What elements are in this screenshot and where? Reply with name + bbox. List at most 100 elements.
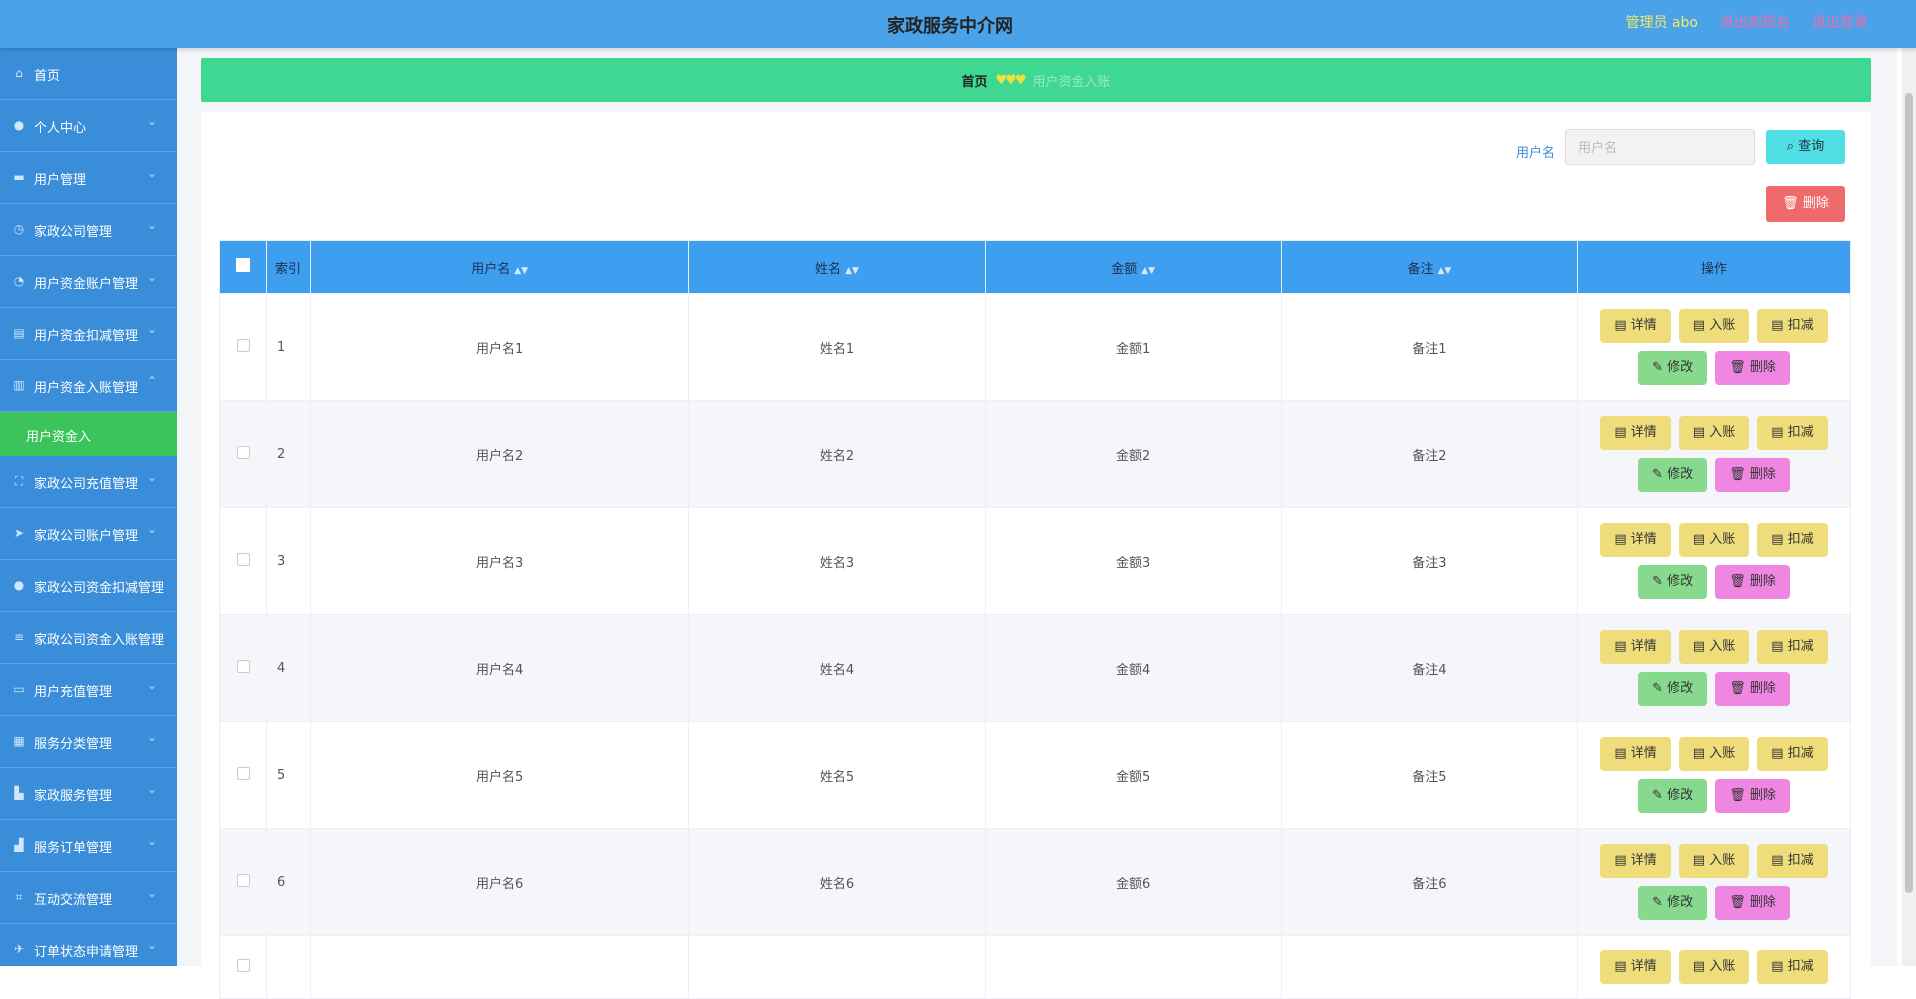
chevron-icon: ⌄ (146, 782, 157, 796)
top-header: 家政服务中介网 管理员 abo 退出到前台 退出登录 (0, 0, 1916, 48)
deduct-button[interactable]: ▤ 扣减 (1757, 309, 1828, 343)
detail-button[interactable]: ▤ 详情 (1600, 416, 1671, 450)
deduct-button[interactable]: ▤ 扣减 (1757, 630, 1828, 664)
breadcrumb-home[interactable]: 首页 (962, 71, 988, 90)
chart-icon: ▤ (13, 326, 25, 340)
person-icon: ● (13, 578, 25, 592)
deposit-button[interactable]: ▤ 入账 (1678, 950, 1750, 984)
remark-header[interactable]: 备注 ▲▼ (1280, 240, 1579, 294)
sidebar-item[interactable]: ◔ 用户资金账户管理 ⌄ (0, 256, 177, 308)
deduct-button[interactable]: ▤ 扣减 (1757, 844, 1828, 878)
detail-button[interactable]: ▤ 详情 (1600, 844, 1671, 878)
row-checkbox[interactable] (236, 659, 250, 673)
deposit-button[interactable]: ▤ 入账 (1678, 523, 1750, 557)
sidebar-item[interactable]: ▟ 服务订单管理 ⌄ (0, 820, 177, 872)
edit-label: 修改 (1667, 788, 1694, 803)
sidebar-item[interactable]: ⛶ 家政公司充值管理 ⌄ (0, 456, 177, 508)
sort-icon[interactable]: ▲▼ (1141, 266, 1155, 276)
document-icon: ▤ (1614, 318, 1631, 333)
deposit-button[interactable]: ▤ 入账 (1678, 844, 1750, 878)
trash-icon: 🗑 (1729, 467, 1750, 482)
query-button[interactable]: ⌕ 查询 (1766, 130, 1845, 164)
deposit-label: 入账 (1709, 959, 1736, 974)
amount-header[interactable]: 金额 ▲▼ (984, 240, 1282, 294)
remark-cell: 备注3 (1280, 507, 1579, 615)
deposit-button[interactable]: ▤ 入账 (1678, 416, 1750, 450)
chevron-icon: ⌄ (146, 166, 157, 180)
edit-button[interactable]: ✎ 修改 (1638, 351, 1708, 385)
detail-button[interactable]: ▤ 详情 (1600, 630, 1671, 664)
sort-icon[interactable]: ▲▼ (514, 266, 528, 276)
sidebar-item[interactable]: ⌂ 首页 (0, 48, 177, 100)
sidebar-item[interactable]: ▤ 用户资金扣减管理 ⌄ (0, 308, 177, 360)
name-header[interactable]: 姓名 ▲▼ (688, 240, 986, 294)
sidebar-item[interactable]: ● 个人中心 ⌄ (0, 100, 177, 152)
sidebar-item[interactable]: ➤ 家政公司账户管理 ⌄ (0, 508, 177, 560)
delete-button[interactable]: 🗑 删除 (1715, 351, 1790, 385)
detail-button[interactable]: ▤ 详情 (1600, 523, 1671, 557)
delete-button[interactable]: 🗑 删除 (1715, 458, 1790, 492)
remark-cell: 备注5 (1280, 721, 1579, 829)
deduct-button[interactable]: ▤ 扣减 (1757, 950, 1828, 984)
delete-button[interactable]: 🗑 删除 (1715, 565, 1790, 599)
index-cell (266, 935, 311, 999)
edit-button[interactable]: ✎ 修改 (1638, 779, 1708, 813)
sidebar-item[interactable]: ≡ 家政公司资金入账管理 (0, 612, 177, 664)
row-checkbox[interactable] (236, 445, 250, 459)
delete-button[interactable]: 🗑 删除 (1715, 779, 1790, 813)
page-scrollbar[interactable] (1902, 48, 1916, 966)
scrollbar-thumb[interactable] (1905, 93, 1913, 893)
detail-button[interactable]: ▤ 详情 (1600, 950, 1671, 984)
row-checkbox[interactable] (236, 958, 250, 972)
sort-icon[interactable]: ▲▼ (1437, 266, 1451, 276)
back-to-front-link[interactable]: 退出到前台 (1720, 12, 1790, 32)
deduct-button[interactable]: ▤ 扣减 (1757, 416, 1828, 450)
sidebar-item[interactable]: ▭ 用户充值管理 ⌄ (0, 664, 177, 716)
edit-button[interactable]: ✎ 修改 (1638, 886, 1708, 920)
document-icon: ▤ (1692, 853, 1710, 868)
select-all-checkbox[interactable] (236, 258, 250, 272)
deduct-button[interactable]: ▤ 扣减 (1757, 737, 1828, 771)
username-header[interactable]: 用户名 ▲▼ (309, 240, 690, 294)
deduct-button[interactable]: ▤ 扣减 (1757, 523, 1828, 557)
row-checkbox[interactable] (236, 552, 250, 566)
main-content: 首页 ♥♥♥ 用户资金入账 用户名 ⌕ 查询 🗑 删除 索引 用户名▲▼ 姓名▲… (177, 48, 1897, 999)
edit-button[interactable]: ✎ 修改 (1638, 672, 1708, 706)
edit-button[interactable]: ✎ 修改 (1638, 458, 1708, 492)
search-label: 用户名 (1515, 146, 1555, 161)
sidebar-subitem-active[interactable]: 用户资金入 (0, 412, 177, 456)
edit-button[interactable]: ✎ 修改 (1638, 565, 1708, 599)
ops-cell: ▤ 详情 ▤ 入账 ▤ 扣减 ✎ 修改 🗑 删除 (1577, 721, 1851, 829)
sidebar-item[interactable]: ◷ 家政公司管理 ⌄ (0, 204, 177, 256)
detail-label: 详情 (1630, 959, 1657, 974)
sidebar-item[interactable]: ▥ 用户资金入账管理 ⌃ (0, 360, 177, 412)
delete-button[interactable]: 🗑 删除 (1715, 672, 1790, 706)
logout-link[interactable]: 退出登录 (1812, 12, 1868, 32)
sidebar-item[interactable]: ▙ 家政服务管理 ⌄ (0, 768, 177, 820)
sort-icon[interactable]: ▲▼ (845, 266, 859, 276)
delete-button[interactable]: 🗑 删除 (1715, 886, 1790, 920)
sidebar-item[interactable]: ▬ 用户管理 ⌄ (0, 152, 177, 204)
row-checkbox[interactable] (236, 338, 250, 352)
table-row: 4 用户名4 姓名4 金额4 备注4 ▤ 详情 ▤ 入账 ▤ 扣减 ✎ 修改 🗑 删除 (219, 614, 1851, 722)
detail-button[interactable]: ▤ 详情 (1600, 309, 1671, 343)
sidebar-item[interactable]: ● 家政公司资金扣减管理 (0, 560, 177, 612)
batch-delete-button[interactable]: 🗑 删除 (1766, 186, 1845, 222)
name-cell: 姓名6 (688, 828, 986, 936)
deposit-button[interactable]: ▤ 入账 (1678, 630, 1750, 664)
sidebar-item-label: 家政公司资金扣减管理 (34, 581, 165, 596)
deduct-label: 扣减 (1787, 853, 1814, 868)
row-checkbox[interactable] (236, 873, 250, 887)
detail-button[interactable]: ▤ 详情 (1600, 737, 1671, 771)
sidebar-item[interactable]: ⌗ 互动交流管理 ⌄ (0, 872, 177, 924)
sidebar-item[interactable]: ✈ 订单状态申请管理 ⌄ (0, 924, 177, 966)
chevron-icon: ⌄ (146, 834, 157, 848)
username-search-input[interactable] (1565, 129, 1755, 165)
delete-label: 删除 (1749, 360, 1776, 375)
sidebar-item-label: 服务分类管理 (34, 737, 113, 752)
deposit-button[interactable]: ▤ 入账 (1678, 309, 1750, 343)
sidebar-item[interactable]: ▦ 服务分类管理 ⌄ (0, 716, 177, 768)
row-checkbox[interactable] (236, 766, 250, 780)
deposit-button[interactable]: ▤ 入账 (1678, 737, 1750, 771)
delete-label: 删除 (1749, 681, 1776, 696)
